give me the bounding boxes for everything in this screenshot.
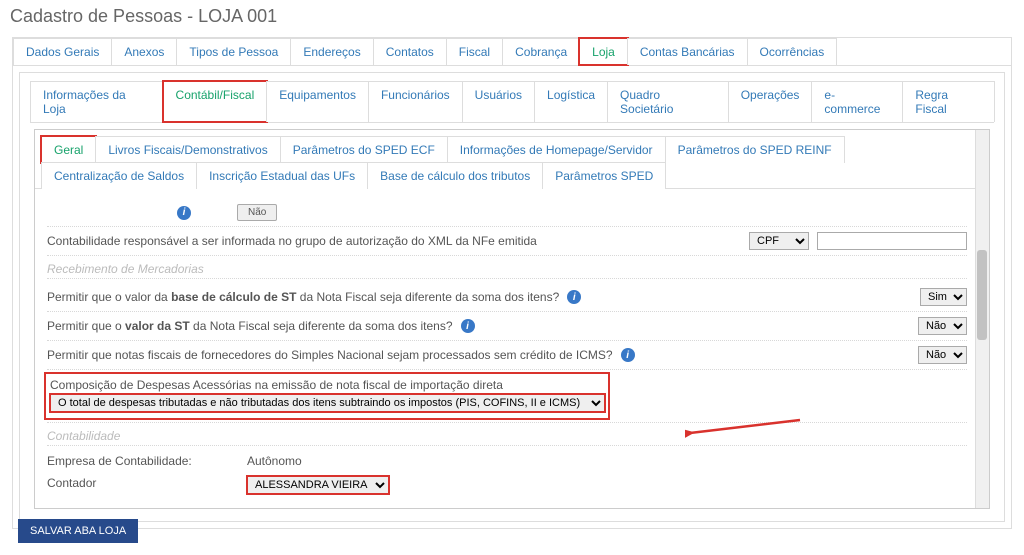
select-composicao-despesas[interactable]: O total de despesas tributadas e não tri… bbox=[50, 394, 605, 412]
tab-anexos[interactable]: Anexos bbox=[111, 38, 177, 65]
tab-inscricao-estadual-ufs[interactable]: Inscrição Estadual das UFs bbox=[196, 162, 368, 189]
tab-cobranca[interactable]: Cobrança bbox=[502, 38, 580, 65]
info-icon: i bbox=[461, 319, 475, 333]
tab-livros-fiscais[interactable]: Livros Fiscais/Demonstrativos bbox=[95, 136, 280, 163]
highlight-composicao-despesas: Composição de Despesas Acessórias na emi… bbox=[47, 375, 607, 417]
cf-tabs: Geral Livros Fiscais/Demonstrativos Parâ… bbox=[35, 130, 989, 189]
tab-ocorrencias[interactable]: Ocorrências bbox=[747, 38, 838, 65]
scrollbar-thumb[interactable] bbox=[977, 250, 987, 340]
tab-logistica[interactable]: Logística bbox=[534, 81, 608, 122]
panel-geral: i Não Contabilidade responsável a ser in… bbox=[35, 189, 989, 508]
tab-base-calculo-tributos[interactable]: Base de cálculo dos tributos bbox=[367, 162, 543, 189]
value-empresa-contabilidade: Autônomo bbox=[247, 454, 302, 468]
tab-funcionarios[interactable]: Funcionários bbox=[368, 81, 463, 122]
tab-info-loja[interactable]: Informações da Loja bbox=[30, 81, 164, 122]
select-permitir-bc-st[interactable]: Sim bbox=[920, 288, 967, 306]
select-permitir-simples-icms[interactable]: Não bbox=[918, 346, 967, 364]
scrollbar[interactable] bbox=[975, 130, 989, 508]
label-contador: Contador bbox=[47, 476, 217, 494]
info-icon: i bbox=[567, 290, 581, 304]
nao-stub-button[interactable]: Não bbox=[237, 204, 277, 221]
tab-regra-fiscal[interactable]: Regra Fiscal bbox=[902, 81, 995, 122]
main-tabs: Dados Gerais Anexos Tipos de Pessoa Ende… bbox=[13, 38, 1011, 66]
loja-tabs: Informações da Loja Contábil/Fiscal Equi… bbox=[30, 81, 994, 123]
tab-contatos[interactable]: Contatos bbox=[373, 38, 447, 65]
label-permitir-valor-st: Permitir que o valor da ST da Nota Fisca… bbox=[47, 319, 453, 333]
section-recebimento-mercadorias: Recebimento de Mercadorias bbox=[47, 256, 967, 279]
tab-centralizacao-saldos[interactable]: Centralização de Saldos bbox=[41, 162, 197, 189]
annotation-arrow-icon bbox=[685, 415, 805, 439]
label-composicao-despesas: Composição de Despesas Acessórias na emi… bbox=[50, 378, 604, 394]
label-permitir-bc-st: Permitir que o valor da base de cálculo … bbox=[47, 290, 559, 304]
tab-contas-bancarias[interactable]: Contas Bancárias bbox=[627, 38, 748, 65]
info-icon: i bbox=[621, 348, 635, 362]
save-button[interactable]: SALVAR ABA LOJA bbox=[18, 519, 138, 543]
tab-ecommerce[interactable]: e-commerce bbox=[811, 81, 903, 122]
tab-geral[interactable]: Geral bbox=[41, 136, 96, 163]
info-icon: i bbox=[177, 206, 191, 220]
tab-homepage-servidor[interactable]: Informações de Homepage/Servidor bbox=[447, 136, 666, 163]
tab-tipos-pessoa[interactable]: Tipos de Pessoa bbox=[176, 38, 291, 65]
tab-equipamentos[interactable]: Equipamentos bbox=[266, 81, 369, 122]
tab-loja[interactable]: Loja bbox=[579, 38, 628, 65]
select-contador[interactable]: ALESSANDRA VIEIRA bbox=[247, 476, 389, 494]
tab-parametros-sped[interactable]: Parâmetros SPED bbox=[542, 162, 666, 189]
tab-usuarios[interactable]: Usuários bbox=[462, 81, 535, 122]
label-permitir-simples-icms: Permitir que notas fiscais de fornecedor… bbox=[47, 348, 613, 362]
tab-enderecos[interactable]: Endereços bbox=[290, 38, 373, 65]
section-contabilidade: Contabilidade bbox=[47, 423, 967, 446]
tab-sped-ecf[interactable]: Parâmetros do SPED ECF bbox=[280, 136, 448, 163]
tab-sped-reinf[interactable]: Parâmetros do SPED REINF bbox=[665, 136, 845, 163]
label-contab-responsavel: Contabilidade responsável a ser informad… bbox=[47, 234, 537, 248]
tab-operacoes[interactable]: Operações bbox=[728, 81, 813, 122]
select-permitir-valor-st[interactable]: Não bbox=[918, 317, 967, 335]
label-empresa-contabilidade: Empresa de Contabilidade: bbox=[47, 454, 217, 468]
page-title: Cadastro de Pessoas - LOJA 001 bbox=[0, 0, 1024, 37]
input-identificador[interactable] bbox=[817, 232, 967, 250]
tab-contabil-fiscal[interactable]: Contábil/Fiscal bbox=[163, 81, 268, 122]
tab-dados-gerais[interactable]: Dados Gerais bbox=[13, 38, 112, 65]
tab-fiscal[interactable]: Fiscal bbox=[446, 38, 503, 65]
tab-quadro-societario[interactable]: Quadro Societário bbox=[607, 81, 729, 122]
select-cpf-cnpj[interactable]: CPF bbox=[749, 232, 809, 250]
